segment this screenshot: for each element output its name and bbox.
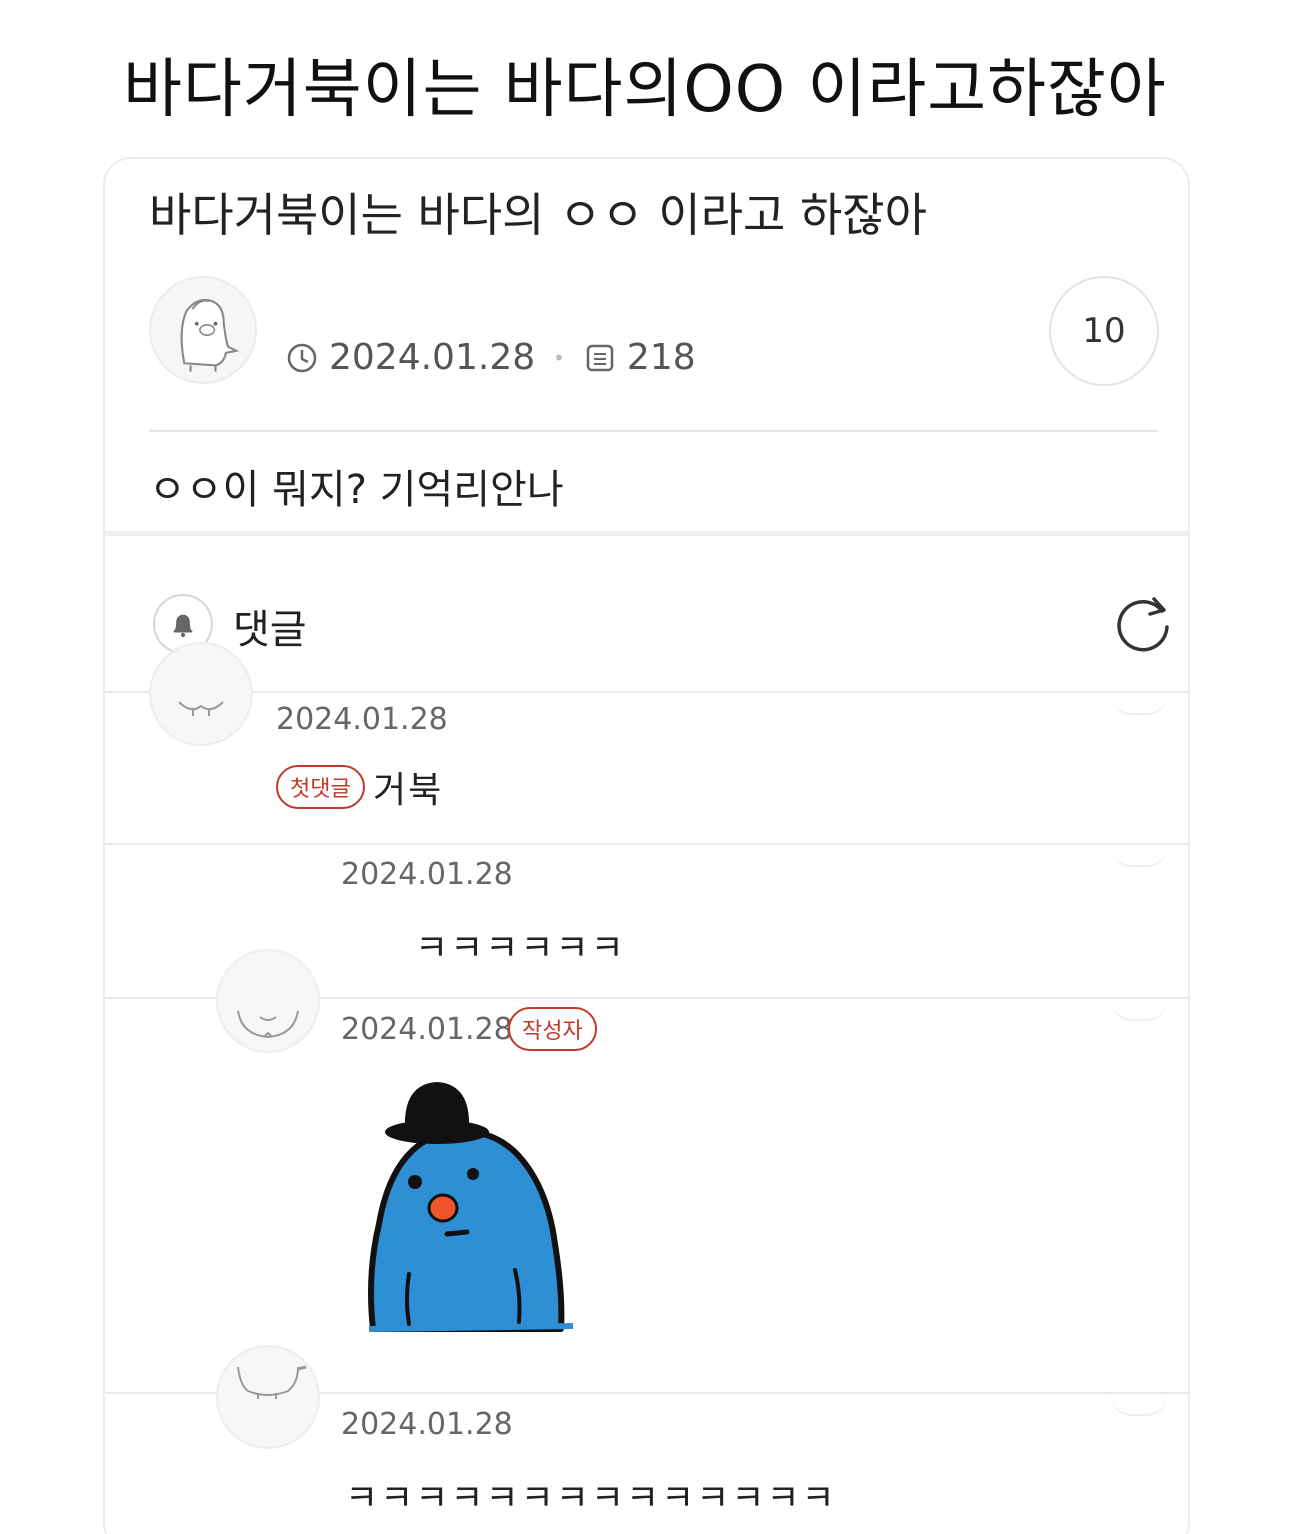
comment-text: 거북 bbox=[373, 770, 444, 811]
comment-count-badge[interactable]: 10 bbox=[1049, 276, 1159, 386]
page: 바다거북이는 바다의OO 이라고하잖아 바다거북이는 바다의 ㅇㅇ 이라고 하잖… bbox=[0, 0, 1290, 1534]
meta-separator: • bbox=[553, 345, 565, 370]
post-date: 2024.01.28 bbox=[329, 337, 536, 378]
post-meta: 2024.01.28 • 218 bbox=[285, 337, 696, 378]
clock-icon bbox=[287, 343, 317, 372]
commenter-avatar[interactable] bbox=[149, 642, 253, 746]
comment-options-button[interactable] bbox=[1110, 1394, 1168, 1416]
author-badge: 작성자 bbox=[508, 1007, 597, 1051]
commenter-avatar[interactable] bbox=[216, 949, 320, 1053]
avatar-icon bbox=[237, 1365, 307, 1399]
bell-icon bbox=[173, 614, 193, 638]
post-views: 218 bbox=[626, 337, 696, 378]
first-comment-badge: 첫댓글 bbox=[276, 765, 365, 809]
refresh-icon[interactable] bbox=[1110, 589, 1176, 655]
commenter-avatar[interactable] bbox=[216, 1345, 320, 1449]
comment-options-button[interactable] bbox=[1110, 999, 1168, 1021]
comments-label: 댓글 bbox=[233, 607, 307, 653]
post-title: 바다거북이는 바다의 ㅇㅇ 이라고 하잖아 bbox=[149, 188, 927, 242]
comment-options-button[interactable] bbox=[1110, 693, 1168, 715]
comment-divider bbox=[105, 691, 1188, 693]
comment-date: 2024.01.28 bbox=[341, 1012, 513, 1047]
comment-text: ㅋㅋㅋㅋㅋㅋㅋㅋㅋㅋㅋㅋㅋㅋ bbox=[345, 1478, 837, 1519]
section-divider bbox=[105, 531, 1188, 536]
headline: 바다거북이는 바다의OO 이라고하잖아 bbox=[123, 53, 1167, 127]
post-card: 바다거북이는 바다의 ㅇㅇ 이라고 하잖아 2024.01.28 • 218 1… bbox=[103, 157, 1190, 1534]
comment-date: 2024.01.28 bbox=[341, 1407, 513, 1442]
post-body: ㅇㅇ이 뭐지? 기억리안나 bbox=[149, 467, 564, 513]
author-avatar[interactable] bbox=[149, 276, 257, 384]
comment-divider bbox=[105, 843, 1188, 845]
document-icon bbox=[586, 344, 614, 371]
avatar-icon bbox=[180, 298, 240, 372]
blue-bird-bowler-hat-sticker bbox=[368, 1082, 574, 1332]
title-divider bbox=[149, 430, 1159, 432]
comment-text: ㅋㅋㅋㅋㅋㅋ bbox=[415, 928, 626, 969]
avatar-icon bbox=[178, 701, 224, 716]
comment-options-button[interactable] bbox=[1110, 845, 1168, 867]
comment-date: 2024.01.28 bbox=[276, 702, 448, 737]
comment-date: 2024.01.28 bbox=[341, 857, 513, 892]
avatar-icon bbox=[237, 1010, 299, 1039]
comments-header: 댓글 bbox=[105, 539, 1188, 689]
